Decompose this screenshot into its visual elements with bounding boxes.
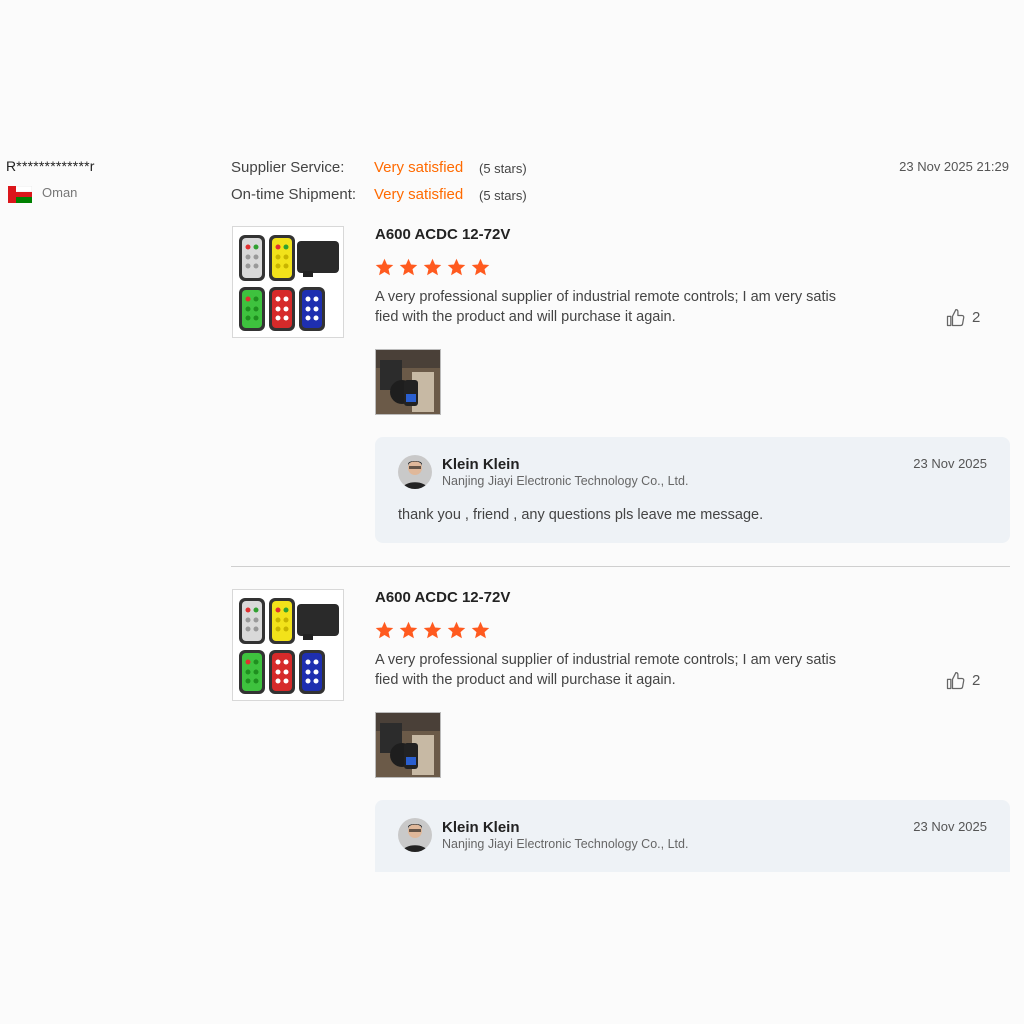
review-text-line: A very professional supplier of industri… — [375, 652, 836, 668]
star-icon — [471, 621, 490, 639]
product-name[interactable]: A600 ACDC 12-72V — [375, 589, 510, 606]
seller-company[interactable]: Nanjing Jiayi Electronic Technology Co.,… — [442, 837, 688, 851]
star-rating — [374, 257, 491, 278]
star-icon — [375, 258, 394, 276]
reply-date: 23 Nov 2025 — [913, 819, 987, 834]
product-thumbnail[interactable] — [232, 226, 344, 338]
star-icon — [447, 621, 466, 639]
seller-name: Klein Klein — [442, 819, 520, 836]
oman-flag-icon — [8, 186, 32, 203]
review-text-line: A very professional supplier of industri… — [375, 289, 836, 305]
reviewer-name: R*************r — [6, 158, 95, 174]
supplier-service-stars: (5 stars) — [479, 161, 527, 176]
like-count: 2 — [972, 672, 981, 689]
supplier-service-value: Very satisfied — [374, 159, 464, 176]
star-icon — [423, 621, 442, 639]
review-divider — [231, 566, 1010, 567]
seller-company[interactable]: Nanjing Jiayi Electronic Technology Co.,… — [442, 474, 688, 488]
review-photo-image — [376, 713, 440, 777]
reply-date: 23 Nov 2025 — [913, 456, 987, 471]
seller-reply: Klein Klein Nanjing Jiayi Electronic Tec… — [375, 800, 1010, 872]
review-photo[interactable] — [375, 349, 441, 415]
review-date: 23 Nov 2025 21:29 — [899, 159, 1009, 174]
supplier-service-label: Supplier Service: — [231, 159, 345, 176]
review-photo-image — [376, 350, 440, 414]
star-icon — [399, 258, 418, 276]
shipment-value: Very satisfied — [374, 186, 464, 203]
review-text: A very professional supplier of industri… — [375, 287, 885, 327]
review-text-line: fied with the product and will purchase … — [375, 309, 676, 325]
star-icon — [399, 621, 418, 639]
product-name[interactable]: A600 ACDC 12-72V — [375, 226, 510, 243]
seller-reply: Klein Klein Nanjing Jiayi Electronic Tec… — [375, 437, 1010, 543]
product-thumbnail[interactable] — [232, 589, 344, 701]
star-rating — [374, 620, 491, 641]
seller-avatar — [398, 455, 432, 489]
seller-avatar — [398, 818, 432, 852]
star-icon — [447, 258, 466, 276]
like-count: 2 — [972, 309, 981, 326]
reviewer-country: Oman — [42, 185, 78, 200]
thumbs-up-icon[interactable] — [945, 308, 965, 328]
review-text-line: fied with the product and will purchase … — [375, 672, 676, 688]
star-icon — [471, 258, 490, 276]
seller-name: Klein Klein — [442, 456, 520, 473]
remote-controls-image — [239, 235, 339, 331]
shipment-stars: (5 stars) — [479, 188, 527, 203]
shipment-label: On-time Shipment: — [231, 186, 357, 203]
star-icon — [375, 621, 394, 639]
remote-controls-image — [239, 598, 339, 694]
review-text: A very professional supplier of industri… — [375, 650, 885, 690]
review-photo[interactable] — [375, 712, 441, 778]
reply-text: thank you , friend , any questions pls l… — [398, 507, 764, 523]
star-icon — [423, 258, 442, 276]
thumbs-up-icon[interactable] — [945, 671, 965, 691]
